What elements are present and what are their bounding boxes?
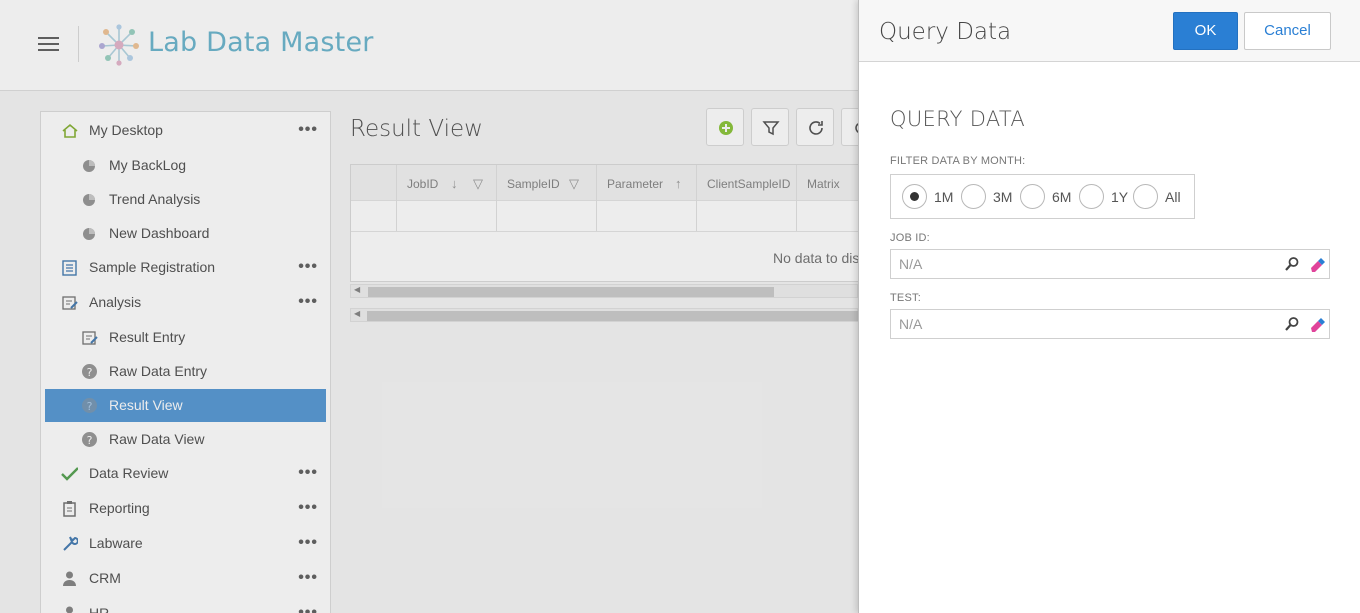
radio-selected-dot <box>910 192 919 201</box>
section-title: QUERY DATA <box>890 107 1026 131</box>
test-label: TEST: <box>890 292 921 304</box>
search-icon[interactable] <box>1284 256 1300 272</box>
radio-label: 1M <box>934 189 954 205</box>
job-id-label: JOB ID: <box>890 232 930 244</box>
eraser-clear-icon[interactable] <box>1309 316 1326 333</box>
job-id-input[interactable] <box>892 251 1272 277</box>
search-icon[interactable] <box>1284 316 1300 332</box>
cancel-button[interactable]: Cancel <box>1244 12 1331 50</box>
month-filter-radio-group: 1M 3M 6M 1Y All <box>890 174 1195 219</box>
radio-label: 3M <box>993 189 1013 205</box>
panel-header: Query Data OK Cancel <box>859 0 1360 62</box>
radio-circle[interactable] <box>1020 184 1045 209</box>
panel-title: Query Data <box>879 19 1012 45</box>
radio-circle[interactable] <box>1079 184 1104 209</box>
ok-button[interactable]: OK <box>1173 12 1238 50</box>
test-input[interactable] <box>892 311 1272 337</box>
radio-circle[interactable] <box>1133 184 1158 209</box>
radio-label: 1Y <box>1111 189 1129 205</box>
radio-label: All <box>1165 189 1181 205</box>
month-filter-label: FILTER DATA BY MONTH: <box>890 155 1026 167</box>
radio-label: 6M <box>1052 189 1072 205</box>
eraser-clear-icon[interactable] <box>1309 256 1326 273</box>
radio-circle[interactable] <box>902 184 927 209</box>
radio-circle[interactable] <box>961 184 986 209</box>
test-field <box>890 309 1330 339</box>
query-data-panel: Query Data OK Cancel QUERY DATA FILTER D… <box>858 0 1360 613</box>
job-id-field <box>890 249 1330 279</box>
